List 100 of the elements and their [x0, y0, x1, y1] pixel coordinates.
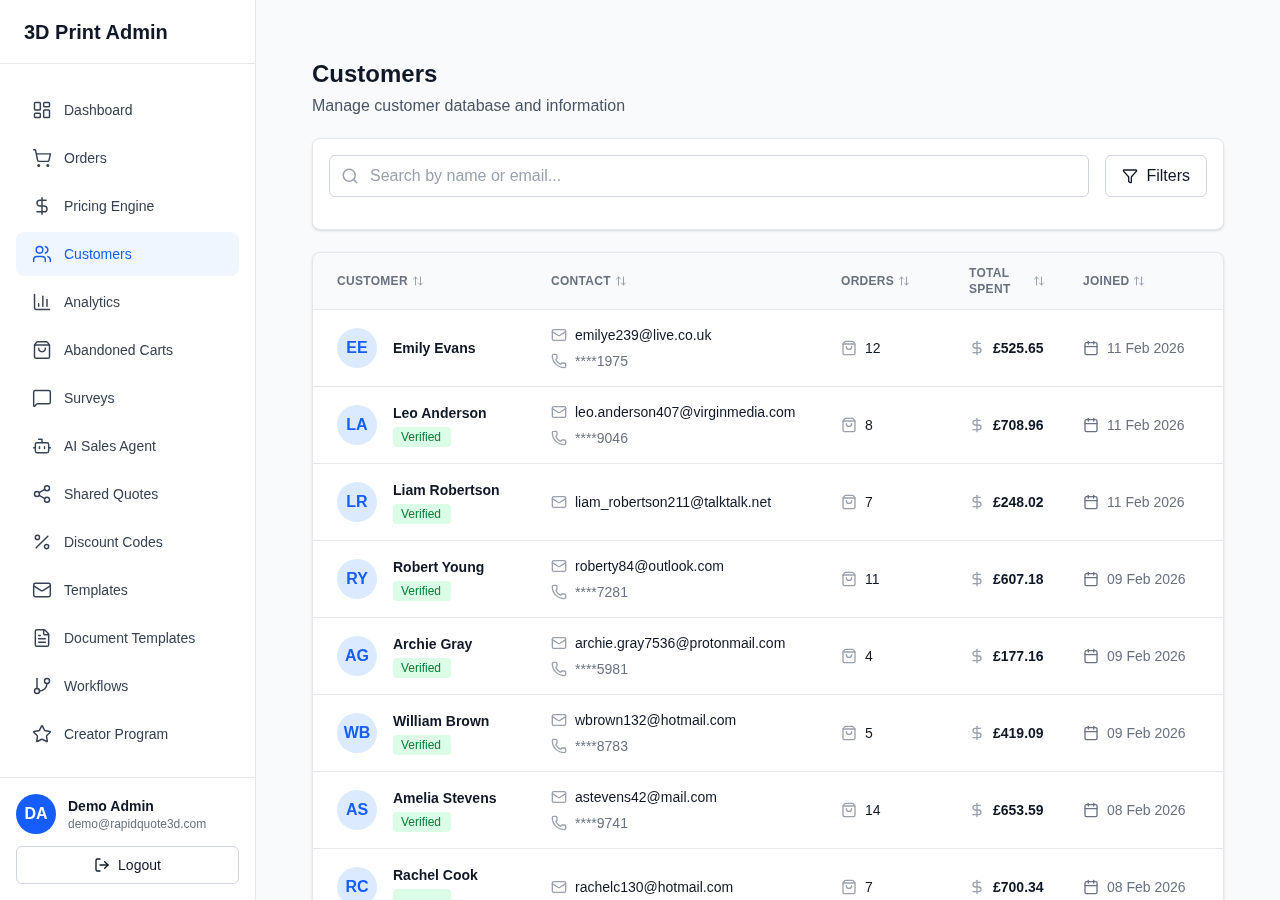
customer-avatar: LA [337, 405, 377, 445]
dollar-icon [969, 571, 985, 587]
verified-badge: Verified [393, 735, 451, 755]
join-date: 08 Feb 2026 [1107, 801, 1186, 820]
nav-item[interactable]: Creator Program [16, 712, 239, 756]
sort-icon[interactable] [898, 275, 911, 287]
customer-phone: ****7281 [575, 583, 628, 602]
customer-phone: ****1975 [575, 352, 628, 371]
envelope-icon [551, 635, 567, 651]
phone-icon [551, 584, 567, 600]
total-spent: £177.16 [993, 647, 1044, 666]
customer-email: roberty84@outlook.com [575, 557, 724, 576]
customer-name: William Brown [393, 712, 490, 731]
user-name: Demo Admin [68, 797, 155, 816]
order-count: 7 [865, 878, 873, 897]
customer-email: astevens42@mail.com [575, 788, 717, 807]
total-spent: £708.96 [993, 416, 1044, 435]
dollar-icon [969, 802, 985, 818]
envelope-icon [551, 789, 567, 805]
bag-icon [32, 340, 52, 360]
phone-icon [551, 430, 567, 446]
nav-item[interactable]: Analytics [16, 280, 239, 324]
sort-icon[interactable] [411, 275, 424, 287]
customer-name: Emily Evans [393, 339, 476, 358]
nav-item[interactable]: Dashboard [16, 88, 239, 132]
nav-item[interactable]: Customers [16, 232, 239, 276]
customer-email: wbrown132@hotmail.com [575, 711, 737, 730]
column-header[interactable]: TOTAL SPENT [969, 265, 1013, 297]
total-spent: £700.34 [993, 878, 1044, 897]
nav-item[interactable]: Orders [16, 136, 239, 180]
filters-button[interactable]: Filters [1105, 155, 1207, 197]
document-icon [32, 628, 52, 648]
dollar-icon [969, 648, 985, 664]
search-field[interactable]: Search by name or email... [329, 155, 1090, 197]
nav-item[interactable]: AI Sales Agent [16, 424, 239, 468]
customer-name: Liam Robertson [393, 481, 500, 500]
customer-name: Amelia Stevens [393, 789, 497, 808]
customer-phone: ****5981 [575, 660, 628, 679]
app-title: 3D Print Admin [24, 19, 168, 45]
nav-item[interactable]: Pricing Engine [16, 184, 239, 228]
calendar-icon [1083, 725, 1099, 741]
column-header[interactable]: JOINED [1083, 273, 1130, 289]
nav-item[interactable]: Workflows [16, 664, 239, 708]
bag-icon [841, 802, 857, 818]
sort-icon[interactable] [1033, 275, 1045, 287]
nav-item[interactable]: Abandoned Carts [16, 328, 239, 372]
bag-icon [841, 725, 857, 741]
bag-icon [841, 340, 857, 356]
column-header[interactable]: CUSTOMER [337, 273, 408, 289]
customer-phone: ****8783 [575, 737, 628, 756]
sort-icon[interactable] [614, 275, 627, 287]
phone-icon [551, 661, 567, 677]
column-header[interactable]: CONTACT [551, 273, 611, 289]
customer-email: emilye239@live.co.uk [575, 326, 712, 345]
page-title: Customers [312, 59, 439, 89]
users-icon [32, 244, 52, 264]
calendar-icon [1083, 417, 1099, 433]
verified-badge: Verified [393, 504, 451, 524]
join-date: 08 Feb 2026 [1107, 878, 1186, 897]
customer-phone: ****9741 [575, 814, 628, 833]
nav-item[interactable]: Shared Quotes [16, 472, 239, 516]
nav-item[interactable]: Document Templates [16, 616, 239, 660]
customer-name: Archie Gray [393, 635, 473, 654]
calendar-icon [1083, 571, 1099, 587]
cart-icon [32, 148, 52, 168]
order-count: 8 [865, 416, 873, 435]
join-date: 09 Feb 2026 [1107, 724, 1186, 743]
nav-item[interactable]: Discount Codes [16, 520, 239, 564]
bag-icon [841, 648, 857, 664]
verified-badge: Verified [393, 658, 451, 678]
total-spent: £248.02 [993, 493, 1044, 512]
order-count: 5 [865, 724, 873, 743]
customer-email: rachelc130@hotmail.com [575, 878, 734, 897]
order-count: 12 [865, 339, 881, 358]
verified-badge: Verified [393, 812, 451, 832]
share-icon [32, 484, 52, 504]
nav-item[interactable]: Surveys [16, 376, 239, 420]
customer-avatar: EE [337, 328, 377, 368]
customer-avatar: RC [337, 867, 377, 900]
calendar-icon [1083, 340, 1099, 356]
nav-item[interactable]: Templates [16, 568, 239, 612]
bar-chart-icon [32, 292, 52, 312]
logout-icon [94, 857, 111, 873]
total-spent: £419.09 [993, 724, 1044, 743]
envelope-icon [551, 494, 567, 510]
percent-icon [32, 532, 52, 552]
calendar-icon [1083, 879, 1099, 895]
dollar-icon [969, 417, 985, 433]
join-date: 11 Feb 2026 [1107, 416, 1185, 435]
logout-button[interactable]: Logout [16, 846, 239, 884]
sort-icon[interactable] [1133, 275, 1146, 287]
envelope-icon [551, 558, 567, 574]
customer-avatar: RY [337, 559, 377, 599]
column-header[interactable]: ORDERS [841, 273, 895, 289]
order-count: 11 [865, 570, 880, 589]
dollar-icon [969, 879, 985, 895]
robot-icon [32, 436, 52, 456]
bag-icon [841, 417, 857, 433]
bag-icon [841, 494, 857, 510]
customer-avatar: AS [337, 790, 377, 830]
